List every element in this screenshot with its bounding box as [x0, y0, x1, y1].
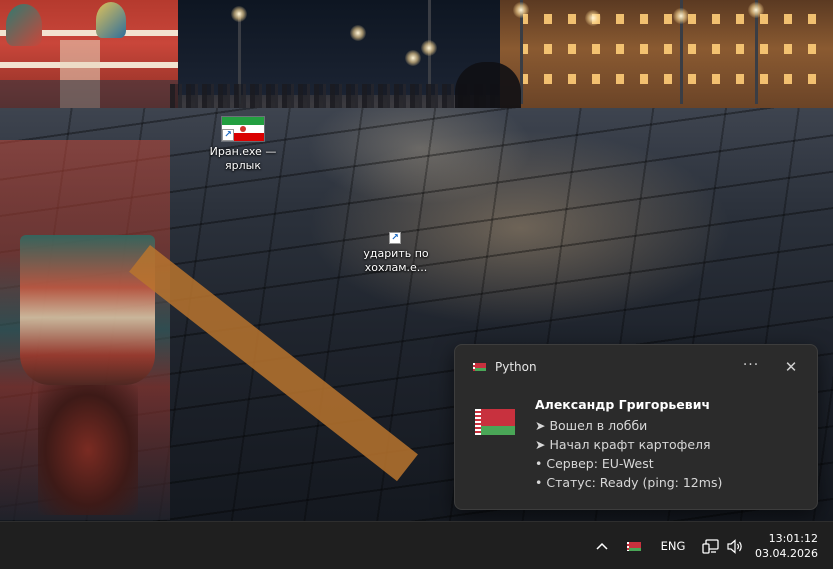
crowd-silhouettes: [170, 84, 500, 108]
tray-app-icon[interactable]: [622, 522, 646, 569]
network-icon: [701, 538, 719, 554]
belarus-flag-icon: [475, 409, 515, 435]
volume-button[interactable]: [724, 522, 746, 569]
close-notification-button[interactable]: ✕: [779, 355, 803, 379]
taskbar: ENG 13:01:12 03.04.2026: [0, 521, 833, 569]
belarus-flag-icon: [473, 363, 486, 371]
cathedral-building: [0, 0, 178, 108]
notification-line: • Сервер: EU-West: [535, 456, 654, 471]
network-button[interactable]: [700, 522, 720, 569]
desktop-file-label: ударить по хохлам.e...: [363, 247, 429, 274]
desktop-file-shortcut[interactable]: ↗ ударить по хохлам.e...: [356, 230, 436, 275]
belarus-flag-icon: [627, 541, 641, 551]
notification-line: • Статус: Ready (ping: 12ms): [535, 475, 723, 490]
blank-file-icon: ↗: [389, 230, 403, 244]
desktop-shortcut-iran[interactable]: ↗ Иран.exe — ярлык: [203, 116, 283, 173]
shortcut-arrow-icon: ↗: [222, 129, 234, 141]
clock-button[interactable]: 13:01:12 03.04.2026: [750, 522, 826, 569]
show-hidden-icons-button[interactable]: [590, 522, 614, 569]
volume-icon: [726, 538, 742, 554]
notification-toast[interactable]: Python ··· ✕ Александр Григорьевич ➤ Вош…: [454, 344, 818, 510]
notification-body: ➤ Вошел в лобби ➤ Начал крафт картофеля …: [535, 416, 722, 492]
desktop-shortcut-label: Иран.exe — ярлык: [209, 145, 277, 172]
lit-building: [500, 0, 833, 108]
notification-title: Александр Григорьевич: [535, 397, 711, 412]
more-options-button[interactable]: ···: [738, 355, 764, 379]
clock-date: 03.04.2026: [755, 547, 818, 560]
iran-flag-icon: ↗: [221, 116, 265, 142]
notification-app-name: Python: [495, 360, 537, 374]
notification-line: ➤ Начал крафт картофеля: [535, 437, 711, 452]
notification-header: Python ··· ✕: [455, 345, 817, 389]
chevron-up-icon: [596, 542, 608, 550]
notification-line: ➤ Вошел в лобби: [535, 418, 648, 433]
clock-time: 13:01:12: [768, 532, 818, 545]
shortcut-arrow-icon: ↗: [389, 232, 401, 244]
language-indicator[interactable]: ENG: [656, 522, 690, 569]
